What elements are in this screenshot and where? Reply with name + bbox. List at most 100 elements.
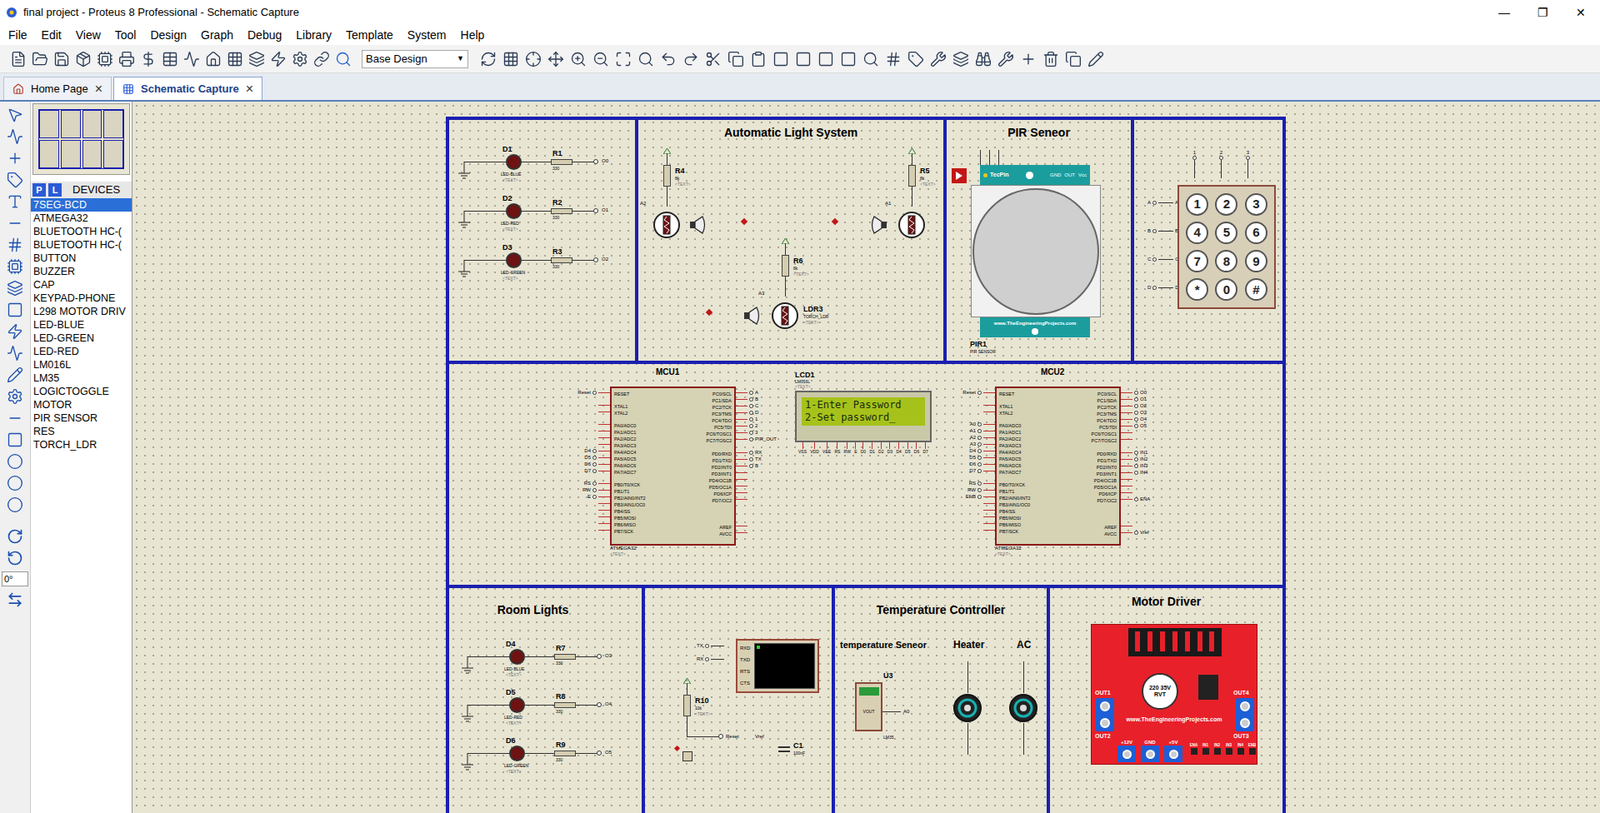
device-item[interactable]: BUTTON [30,251,132,265]
device-item[interactable]: LOGICTOGGLE [30,385,132,399]
tool-icon[interactable] [6,106,24,124]
device-item[interactable]: ATMEGA32 [30,211,132,225]
toolbar-icon[interactable] [615,50,632,68]
tab[interactable]: Home Page× [3,76,112,100]
device-item[interactable]: BUZZER [30,265,132,279]
keypad-key[interactable]: 4 [1185,221,1209,245]
tool-icon[interactable] [6,345,24,362]
toolbar-icon[interactable] [313,50,330,68]
keypad-key[interactable]: 2 [1215,193,1238,216]
mirror-icon[interactable] [6,591,24,609]
toolbar-icon[interactable] [570,50,587,68]
toolbar-icon[interactable] [727,50,745,68]
tool-icon[interactable] [6,301,24,319]
window-control[interactable]: ❐ [1523,0,1562,25]
toolbar-icon[interactable] [907,50,925,68]
toolbar-icon[interactable] [525,50,542,68]
menu-item[interactable]: Edit [35,25,69,45]
toolbar-icon[interactable] [205,50,222,68]
menu-item[interactable]: Graph [194,25,240,45]
menu-item[interactable]: Design [143,25,194,45]
device-item[interactable]: PIR SENSOR [30,411,132,425]
toolbar-icon[interactable] [547,50,565,68]
ldr-icon[interactable] [652,210,681,240]
lcd[interactable]: LCD1LM016L<TEXT>1-Enter Password2-Set pa… [795,370,932,455]
l298-board[interactable]: 220 35V RVTwww.TheEngineeringProjects.co… [1090,624,1258,765]
device-item[interactable]: LM016L [30,358,132,372]
tool-icon[interactable] [6,280,24,297]
toolbar-icon[interactable] [862,50,880,68]
menu-item[interactable]: Debug [240,25,289,45]
toolbar-icon[interactable] [772,50,790,68]
tab-close[interactable]: × [95,79,103,100]
ldr-icon[interactable] [770,301,800,330]
pir-dome[interactable] [970,185,1101,318]
device-item[interactable]: LED-GREEN [30,331,132,345]
toolbar-icon[interactable] [226,50,244,68]
toolbar-icon[interactable] [795,50,812,68]
led-icon[interactable] [509,745,525,762]
torch-icon[interactable] [743,305,762,326]
toolbar-icon[interactable] [335,50,352,68]
keypad-key[interactable]: 9 [1245,250,1268,273]
device-item[interactable]: BLUETOOTH HC-( [30,238,132,252]
toolbar-icon[interactable] [1065,50,1082,68]
keypad[interactable]: 123456789*0# [1177,185,1276,310]
resistor-icon[interactable] [554,702,576,709]
motor-icon[interactable] [952,693,983,724]
device-item[interactable]: RES [30,425,132,439]
keypad-key[interactable]: 5 [1215,221,1238,245]
mode-button[interactable]: P [32,183,46,197]
schematic-canvas[interactable]: D1LED-BLUE<TEXT>R1330O0D2LED-RED<TEXT>R2… [132,101,1600,813]
device-item[interactable]: MOTOR [30,398,132,412]
keypad-key[interactable]: 6 [1245,221,1268,245]
push-button-icon[interactable] [682,751,693,762]
toolbar-icon[interactable] [682,50,700,68]
device-item[interactable]: LM35 [30,371,132,385]
keypad-key[interactable]: 0 [1215,278,1238,301]
device-item[interactable]: TORCH_LDR [30,438,132,452]
led-icon[interactable] [505,252,522,269]
led-icon[interactable] [509,697,525,714]
toolbar-icon[interactable] [291,50,309,68]
motor-icon[interactable] [1008,693,1039,724]
tool-icon[interactable] [6,215,24,232]
toolbar-icon[interactable] [930,50,947,68]
tool-icon[interactable] [6,323,24,340]
tool-icon[interactable] [6,258,24,275]
toolbar-icon[interactable] [817,50,835,68]
capacitor-icon[interactable] [778,746,790,753]
menu-item[interactable]: System [400,25,454,45]
menu-item[interactable]: Help [454,25,492,45]
tool-icon[interactable] [6,388,24,405]
resistor[interactable]: R1010k<TEXT> [683,695,691,717]
window-control[interactable]: ✕ [1561,0,1600,25]
mcu[interactable]: ResetA0A1A2A3D4D5D6D7RSRWENBMCU2RESETXTA… [951,377,1171,557]
toolbar-icon[interactable] [248,50,265,68]
torch-icon[interactable] [689,215,708,235]
window-control[interactable]: — [1485,0,1524,25]
toolbar-icon[interactable] [750,50,767,68]
toolbar-icon[interactable] [75,50,92,68]
toolbar-icon[interactable] [840,50,857,68]
ldr-icon[interactable] [897,210,926,240]
keypad-key[interactable]: 7 [1185,250,1209,273]
lm35-sensor[interactable]: VOUT [855,682,883,732]
toolbar-icon[interactable] [140,50,157,68]
led-icon[interactable] [505,203,522,220]
resistor-icon[interactable] [550,208,573,215]
toolbar-icon[interactable] [997,50,1015,68]
toolbar-icon[interactable] [975,50,992,68]
resistor[interactable]: R68k<TEXT> [781,255,790,277]
rotate-ccw-icon[interactable] [6,550,24,567]
resistor-icon[interactable] [550,159,573,165]
device-item[interactable]: L298 MOTOR DRIV [30,305,132,319]
resistor[interactable]: R58k<TEXT> [908,165,916,187]
resistor-icon[interactable] [550,257,573,264]
toolbar-icon[interactable] [660,50,677,68]
toolbar-icon[interactable] [31,50,49,68]
tool-icon[interactable] [6,150,24,167]
toolbar-icon[interactable] [183,50,200,68]
keypad-key[interactable]: * [1185,278,1209,301]
toolbar-icon[interactable] [53,50,70,68]
